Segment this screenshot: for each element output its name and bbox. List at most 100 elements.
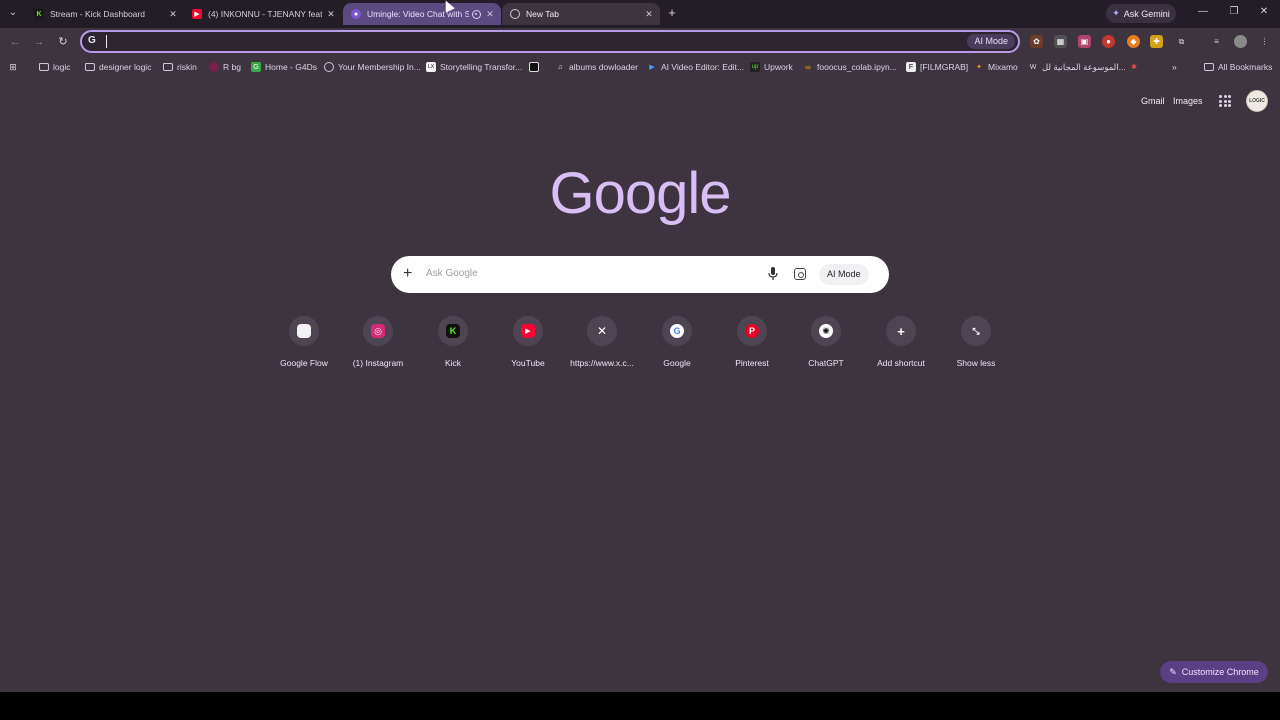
- extension-6-icon[interactable]: ✚: [1150, 35, 1163, 48]
- bookmark-g4ds[interactable]: G Home - G4Ds: [251, 60, 317, 74]
- close-icon[interactable]: ✕: [326, 9, 336, 20]
- toolbar: ← → ↻ G AI Mode ✿ ▦ ▣ ● ◆ ✚ ⧉ ≡ ⋮: [0, 28, 1280, 56]
- plus-icon[interactable]: +: [403, 264, 412, 284]
- tab-title: Stream - Kick Dashboard: [50, 9, 145, 19]
- bookmark-ai-video-editor[interactable]: ▶ AI Video Editor: Edit...: [647, 60, 744, 74]
- shortcut-youtube[interactable]: ▶ YouTube: [491, 316, 565, 368]
- close-icon[interactable]: ✕: [644, 9, 654, 20]
- reading-list-icon[interactable]: ≡: [1210, 35, 1223, 48]
- google-lens-icon[interactable]: [794, 268, 806, 280]
- bookmark-label: الموسوعة المجانية لل...: [1042, 61, 1126, 72]
- kick-icon: K: [34, 9, 44, 19]
- shortcut-google[interactable]: G Google: [640, 316, 714, 368]
- chrome-icon: [510, 9, 520, 19]
- tab-umingle[interactable]: ● Umingle: Video Chat with S ✕: [343, 3, 501, 25]
- bookmark-film[interactable]: [529, 60, 539, 74]
- folder-icon: [1204, 63, 1214, 71]
- bookmarks-overflow-chevron-icon[interactable]: »: [1172, 60, 1177, 74]
- customize-chrome-button[interactable]: ✎ Customize Chrome: [1160, 661, 1268, 683]
- close-window-icon[interactable]: ✕: [1257, 6, 1271, 17]
- extension-2-icon[interactable]: ▦: [1054, 35, 1067, 48]
- address-bar[interactable]: G AI Mode: [80, 30, 1020, 53]
- tab-new-tab[interactable]: New Tab ✕: [502, 3, 660, 25]
- bookmark-designer-logic[interactable]: designer logic: [85, 60, 151, 74]
- shortcut-google-flow[interactable]: Google Flow: [267, 316, 341, 368]
- forward-arrow-icon[interactable]: →: [32, 35, 46, 49]
- shortcut-kick[interactable]: K Kick: [416, 316, 490, 368]
- bookmark-membership[interactable]: Your Membership In...: [324, 60, 421, 74]
- tab-kick-dashboard[interactable]: K Stream - Kick Dashboard ✕: [26, 3, 184, 25]
- extensions-puzzle-icon[interactable]: ⧉: [1175, 35, 1188, 48]
- globe-icon: [324, 62, 334, 72]
- bookmark-pinwheel[interactable]: ✱: [1129, 60, 1139, 74]
- kick-icon: K: [446, 324, 460, 338]
- all-bookmarks-button[interactable]: All Bookmarks: [1204, 60, 1272, 74]
- tab-search-chevron-icon[interactable]: ⌄: [4, 4, 22, 22]
- wiki-icon: W: [1029, 63, 1037, 71]
- images-link[interactable]: Images: [1173, 96, 1203, 106]
- rbg-icon: [209, 62, 219, 72]
- new-tab-button[interactable]: +: [664, 5, 680, 21]
- bookmark-r-bg[interactable]: R bg: [209, 60, 241, 74]
- google-logo: Google: [549, 161, 731, 226]
- extension-4-icon[interactable]: ●: [1102, 35, 1115, 48]
- folder-icon: [163, 63, 173, 71]
- shortcut-show-less[interactable]: ⤡ Show less: [939, 316, 1013, 368]
- bookmark-filmgrab[interactable]: F [FILMGRAB]: [906, 60, 968, 74]
- tab-youtube-video[interactable]: ▶ (4) INKONNU - TJENANY feat D ✕: [184, 3, 342, 25]
- restore-icon[interactable]: ❐: [1227, 6, 1241, 17]
- tab-title: (4) INKONNU - TJENANY feat D: [208, 9, 322, 19]
- ask-gemini-label: Ask Gemini: [1123, 8, 1170, 19]
- shortcut-label: Kick: [444, 358, 462, 368]
- bookmark-riskin[interactable]: riskin: [163, 60, 197, 74]
- shortcut-add[interactable]: + Add shortcut: [864, 316, 938, 368]
- bookmark-label: riskin: [177, 62, 197, 72]
- video-editor-icon: ▶: [649, 64, 655, 71]
- microphone-icon[interactable]: [768, 267, 778, 281]
- gmail-link[interactable]: Gmail: [1141, 96, 1165, 106]
- apps-grid-icon[interactable]: ⊞: [8, 60, 18, 74]
- profile-avatar-icon[interactable]: [1234, 35, 1247, 48]
- bookmark-fooocus-colab[interactable]: ∞ fooocus_colab.ipyn...: [803, 60, 897, 74]
- account-avatar[interactable]: LOGIC: [1246, 90, 1268, 112]
- upwork-icon: up: [750, 62, 760, 72]
- bookmark-upwork[interactable]: up Upwork: [750, 60, 793, 74]
- customize-label: Customize Chrome: [1181, 667, 1259, 677]
- close-icon[interactable]: ✕: [168, 9, 178, 20]
- recording-icon: [472, 9, 481, 19]
- bookmark-label: Home - G4Ds: [265, 62, 317, 72]
- shortcut-pinterest[interactable]: P Pinterest: [715, 316, 789, 368]
- extension-3-icon[interactable]: ▣: [1078, 35, 1091, 48]
- shortcut-instagram[interactable]: ◎ (1) Instagram: [341, 316, 415, 368]
- bookmark-label: Upwork: [764, 62, 793, 72]
- browser-window: ⌄ K Stream - Kick Dashboard ✕ ▶ (4) INKO…: [0, 0, 1280, 692]
- text-caret: [106, 35, 107, 48]
- tab-title: Umingle: Video Chat with S: [367, 9, 469, 19]
- bookmark-logic[interactable]: logic: [39, 60, 70, 74]
- menu-kebab-icon[interactable]: ⋮: [1258, 35, 1271, 48]
- back-arrow-icon[interactable]: ←: [8, 35, 22, 49]
- pinwheel-icon: ✱: [1131, 64, 1137, 71]
- extension-5-icon[interactable]: ◆: [1127, 35, 1140, 48]
- search-input[interactable]: Ask Google: [426, 268, 478, 279]
- search-ai-mode-button[interactable]: AI Mode: [819, 264, 869, 285]
- close-icon[interactable]: ✕: [485, 9, 495, 20]
- bookmark-arabic-encyclopedia[interactable]: W الموسوعة المجانية لل...: [1028, 60, 1126, 74]
- bookmark-albums-downloader[interactable]: ♫ albums dowloader: [555, 60, 638, 74]
- extension-1-icon[interactable]: ✿: [1030, 35, 1043, 48]
- minimize-icon[interactable]: —: [1196, 6, 1210, 17]
- ask-gemini-button[interactable]: ✦ Ask Gemini: [1106, 4, 1176, 23]
- google-apps-grid-icon[interactable]: [1219, 95, 1231, 107]
- search-box[interactable]: + Ask Google AI Mode: [391, 256, 889, 293]
- bookmark-mixamo[interactable]: ✦ Mixamo: [974, 60, 1018, 74]
- shortcut-chatgpt[interactable]: ✺ ChatGPT: [789, 316, 863, 368]
- google-icon: G: [670, 324, 684, 338]
- shortcut-label: https://www.x.c...: [570, 358, 634, 368]
- shortcut-label: YouTube: [511, 358, 545, 368]
- shortcut-x[interactable]: ✕ https://www.x.c...: [565, 316, 639, 368]
- all-bookmarks-label: All Bookmarks: [1218, 62, 1273, 72]
- omnibox-ai-mode-button[interactable]: AI Mode: [967, 34, 1015, 49]
- reload-icon[interactable]: ↻: [56, 35, 70, 49]
- bookmark-label: Storytelling Transfor...: [440, 62, 523, 72]
- bookmark-storytelling[interactable]: LX Storytelling Transfor...: [426, 60, 522, 74]
